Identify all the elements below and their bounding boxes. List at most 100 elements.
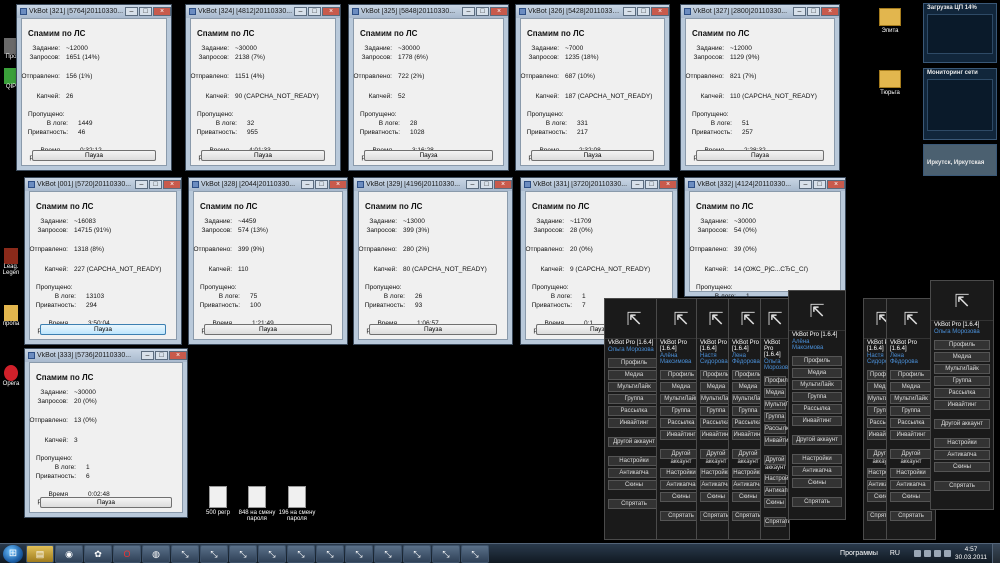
pro-menu-button[interactable]: Рассылка [608,406,660,416]
close-button[interactable]: × [329,180,347,189]
pause-button[interactable]: Пауза [40,324,166,335]
window-titlebar[interactable]: VkBot [328] [2044]20110330... – □ × [189,178,347,191]
pro-settings-button[interactable]: Антикапча [934,450,990,460]
pro-menu-button[interactable]: Группа [608,394,660,404]
pause-button[interactable]: Пауза [40,497,172,508]
pro-menu-button[interactable]: Инвайтинг [764,436,789,446]
other-account-button[interactable]: Другой аккаунт [792,435,842,445]
vkbot-window[interactable]: VkBot [001] [5720]20110330... – □ × Спамим п… [24,177,182,345]
vkbot-taskbar-icon[interactable]: ⤡ [345,544,373,563]
maximize-button[interactable]: □ [149,180,162,189]
pro-menu-button[interactable]: Профиль [764,376,789,386]
cpu-gadget[interactable]: Загрузка ЦП 14% [923,3,997,63]
vkbot-window[interactable]: VkBot [328] [2044]20110330... – □ × Спамим п… [188,177,348,345]
close-button[interactable]: × [821,7,839,16]
close-button[interactable]: × [827,180,845,189]
window-titlebar[interactable]: VkBot [001] [5720]20110330... – □ × [25,178,181,191]
close-button[interactable]: × [322,7,340,16]
pro-menu-button[interactable]: Рассылка [764,424,789,434]
maximize-button[interactable]: □ [637,7,650,16]
vkbot-taskbar-icon[interactable]: ⤡ [229,544,257,563]
window-titlebar[interactable]: VkBot [329] [4196]20110330... – □ × [354,178,512,191]
hide-button[interactable]: Спрятать [934,481,990,491]
pause-button[interactable]: Пауза [364,150,493,161]
minimize-button[interactable]: – [141,351,154,360]
window-titlebar[interactable]: VkBot [325] [5848]20110330... – □ × [349,5,508,18]
pro-menu-button[interactable]: Медиа [792,368,842,378]
close-button[interactable]: × [490,7,508,16]
desktop-icon-opera[interactable]: Opera [2,365,20,387]
pause-button[interactable]: Пауза [696,150,824,161]
pro-menu-button[interactable]: Медиа [608,370,660,380]
pro-settings-button[interactable]: Настройки [934,438,990,448]
pro-user-link[interactable]: Ольга Морозова [605,347,663,356]
pro-menu-button[interactable]: МультиЛайк [934,364,990,374]
minimize-button[interactable]: – [294,7,307,16]
pro-menu-button[interactable]: Группа [934,376,990,386]
maximize-button[interactable]: □ [807,7,820,16]
vkbot-pro-panel[interactable]: ⇱ VkBot Pro [1.6.4] Ольга Морозова Профиль М… [604,298,664,540]
hide-button[interactable]: Спрятать [792,497,842,507]
pro-settings-button[interactable]: Настройки [764,474,789,484]
pro-user-link[interactable]: Ольга Морозова [761,359,789,374]
pro-settings-button[interactable]: Скины [608,480,660,490]
vkbot-pro-panel[interactable]: ⇱ VkBot Pro [1.6.4] Лена Фёдорова Профиль Ме… [886,298,936,540]
volume-icon[interactable] [944,550,951,557]
window-titlebar[interactable]: VkBot [326] [5428]20110330... – □ × [516,5,669,18]
pro-menu-button[interactable]: Инвайтинг [890,430,932,440]
close-button[interactable]: × [651,7,669,16]
maximize-button[interactable]: □ [139,7,152,16]
pro-menu-button[interactable]: Группа [792,392,842,402]
window-titlebar[interactable]: VkBot [332] [4124]20110330... – □ × [685,178,845,191]
close-button[interactable]: × [494,180,512,189]
pro-user-link[interactable]: Алёна Максимова [789,339,845,354]
minimize-button[interactable]: – [799,180,812,189]
vkbot-taskbar-icon[interactable]: ⤡ [258,544,286,563]
pro-settings-button[interactable]: Скины [890,492,932,502]
vkbot-taskbar-icon[interactable]: ⤡ [432,544,460,563]
pro-settings-button[interactable]: Антикапча [890,480,932,490]
vkbot-taskbar-icon[interactable]: ⤡ [316,544,344,563]
pro-menu-button[interactable]: МультиЛайк [764,400,789,410]
pause-button[interactable]: Пауза [204,324,332,335]
other-account-button[interactable]: Другой аккаунт [934,419,990,429]
vkbot-taskbar-icon[interactable]: ⤡ [200,544,228,563]
pro-menu-button[interactable]: Инвайтинг [792,416,842,426]
maximize-button[interactable]: □ [813,180,826,189]
chrome-taskbar-icon[interactable]: ◉ [55,544,83,563]
vkbot-window[interactable]: VkBot [333] [5736]20110330... – □ × Спамим п… [24,348,188,518]
other-account-button[interactable]: Другой аккаунт [764,455,786,471]
pro-menu-button[interactable]: Медиа [764,388,786,398]
pro-menu-button[interactable]: МультиЛайк [890,394,932,404]
minimize-button[interactable]: – [301,180,314,189]
pro-menu-button[interactable]: Рассылка [934,388,990,398]
maximize-button[interactable]: □ [476,7,489,16]
vkbot-taskbar-icon[interactable]: ⤡ [287,544,315,563]
minimize-button[interactable]: – [793,7,806,16]
pro-settings-button[interactable]: Скины [792,478,842,488]
hide-button[interactable]: Спрятать [608,499,660,509]
vkbot-window[interactable]: VkBot [325] [5848]20110330... – □ × Спамим п… [348,4,509,171]
other-account-button[interactable]: Другой аккаунт [890,449,932,465]
show-desktop-button[interactable] [992,544,1000,563]
pro-menu-button[interactable]: Профиль [792,356,842,366]
network-gadget[interactable]: Мониторинг сети [923,68,997,140]
window-titlebar[interactable]: VkBot [333] [5736]20110330... – □ × [25,349,187,362]
vkbot-window[interactable]: VkBot [321] [5764]20110330... – □ × Спамим п… [16,4,172,171]
start-button[interactable]: ⊞ [3,544,23,563]
window-titlebar[interactable]: VkBot [331] [3720]20110330... – □ × [521,178,677,191]
pause-button[interactable]: Пауза [201,150,325,161]
pro-menu-button[interactable]: Профиль [934,340,990,350]
pro-menu-button[interactable]: Рассылка [792,404,842,414]
pro-menu-button[interactable]: Профиль [890,370,932,380]
pro-settings-button[interactable]: Настройки [890,468,932,478]
maximize-button[interactable]: □ [155,351,168,360]
close-button[interactable]: × [163,180,181,189]
desktop-file-500[interactable]: 500 регр [196,486,240,516]
minimize-button[interactable]: – [466,180,479,189]
window-titlebar[interactable]: VkBot [321] [5764]20110330... – □ × [17,5,171,18]
other-account-button[interactable]: Другой аккаунт [608,437,660,447]
hide-button[interactable]: Спрятать [764,517,789,527]
desktop-icon-league[interactable]: Leag. Legen [2,248,20,276]
pro-menu-button[interactable]: МультиЛайк [792,380,842,390]
